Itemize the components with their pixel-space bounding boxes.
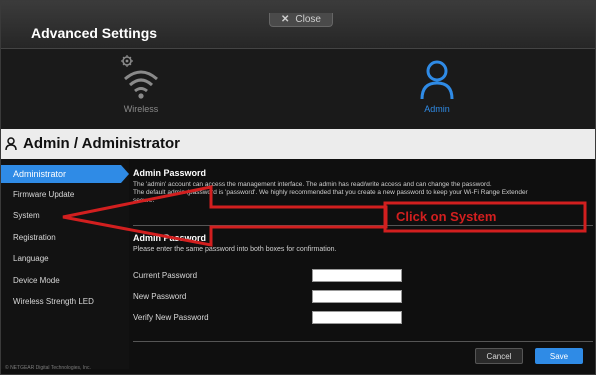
sidebar: Administrator Firmware Update System Reg… [1, 159, 129, 369]
sidebar-item-device-mode[interactable]: Device Mode [1, 272, 129, 290]
sidebar-item-system[interactable]: System [1, 207, 129, 225]
annotation-text: Click on System [396, 209, 497, 224]
current-password-field[interactable] [312, 269, 402, 282]
verify-password-field[interactable] [312, 311, 402, 324]
section-title: Admin / Administrator [23, 135, 180, 152]
sidebar-item-language[interactable]: Language [1, 250, 129, 268]
app-window: ✕ Close Advanced Settings Wireless Admin [0, 0, 596, 375]
wifi-gear-icon [121, 55, 158, 99]
description-line-2: The default admin (password is 'password… [133, 189, 528, 196]
close-icon: ✕ [281, 14, 290, 25]
close-label: Close [295, 14, 321, 25]
description-line-3: secure. [133, 197, 155, 204]
title-bar: ✕ Close Advanced Settings [1, 1, 595, 49]
main-content: Admin Password The 'admin' account can a… [129, 159, 595, 373]
cancel-button[interactable]: Cancel [475, 348, 523, 364]
save-button[interactable]: Save [535, 348, 583, 364]
user-icon [420, 60, 454, 100]
sidebar-item-firmware-update[interactable]: Firmware Update [1, 186, 129, 204]
new-password-label: New Password [133, 292, 187, 301]
category-admin-label: Admin [424, 104, 450, 114]
admin-password-heading-2: Admin Password [133, 233, 207, 243]
password-hint: Please enter the same password into both… [133, 246, 337, 253]
sidebar-item-wireless-strength-led[interactable]: Wireless Strength LED [1, 293, 129, 311]
category-panel: Wireless Admin [1, 49, 595, 129]
sidebar-item-registration[interactable]: Registration [1, 229, 129, 247]
current-password-label: Current Password [133, 271, 198, 280]
page-title: Advanced Settings [31, 25, 158, 41]
section-header: Admin / Administrator [1, 129, 595, 159]
divider [133, 225, 593, 226]
verify-password-label: Verify New Password [133, 313, 209, 322]
category-wireless-label: Wireless [123, 104, 159, 114]
copyright-text: © NETGEAR Digital Technologies, Inc. [5, 365, 91, 371]
sidebar-item-administrator[interactable]: Administrator [1, 165, 129, 183]
admin-description: The 'admin' account can access the manag… [133, 181, 573, 205]
description-line-1: The 'admin' account can access the manag… [133, 181, 492, 188]
user-icon [5, 137, 17, 151]
category-wireless[interactable]: Wireless [81, 49, 201, 129]
category-admin[interactable]: Admin [377, 49, 497, 129]
divider [133, 341, 593, 342]
new-password-field[interactable] [312, 290, 402, 303]
admin-password-heading: Admin Password [133, 168, 207, 178]
close-button[interactable]: ✕ Close [269, 13, 333, 27]
